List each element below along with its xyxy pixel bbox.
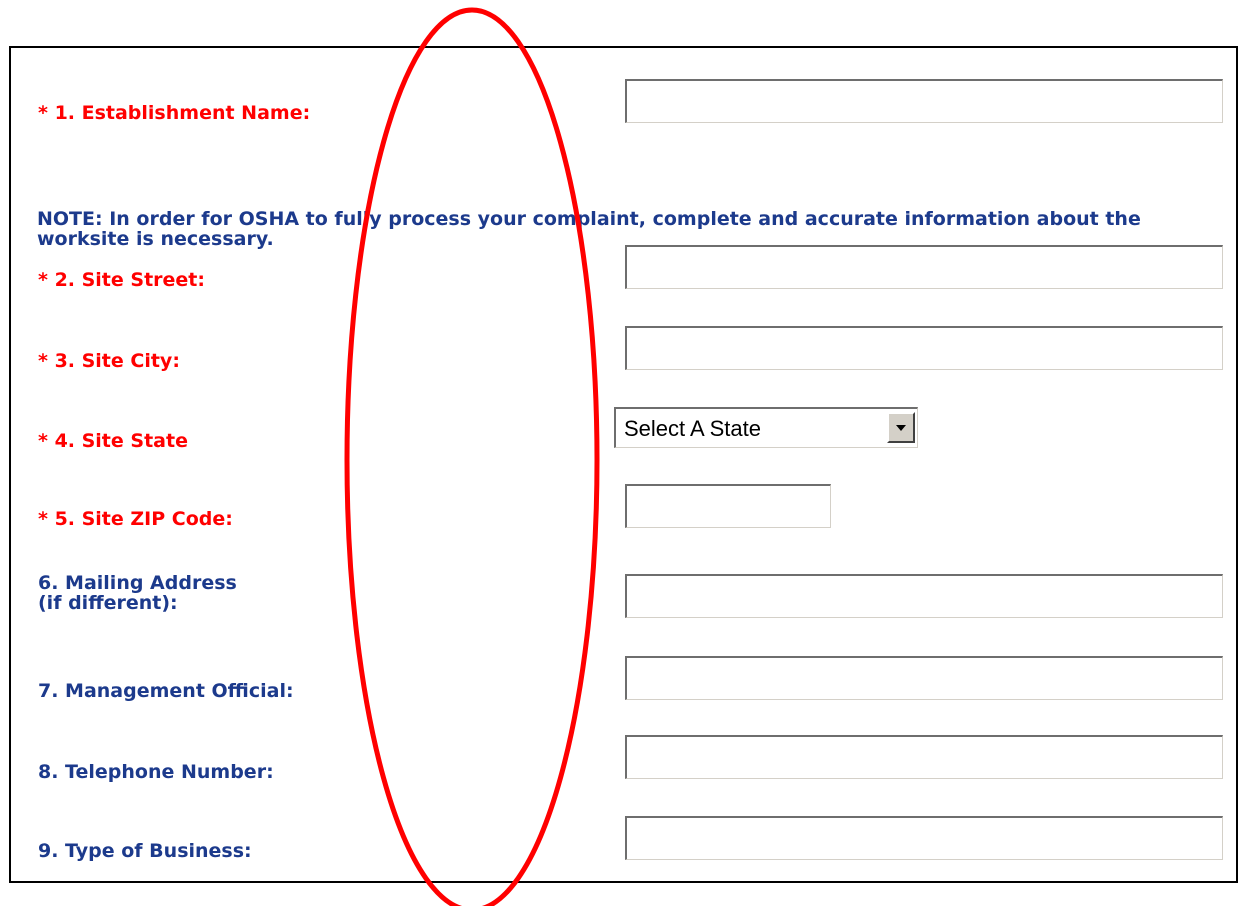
site-city-input[interactable] xyxy=(625,326,1223,370)
required-asterisk: * xyxy=(38,269,55,291)
required-asterisk: * xyxy=(38,508,55,530)
type-of-business-label: 9. Type of Business: xyxy=(38,840,252,862)
establishment-name-input[interactable] xyxy=(625,79,1223,123)
site-street-label: * 2. Site Street: xyxy=(38,269,205,291)
required-asterisk: * xyxy=(38,350,55,372)
required-asterisk: * xyxy=(38,102,55,124)
mailing-address-input[interactable] xyxy=(625,574,1223,618)
site-city-label: * 3. Site City: xyxy=(38,350,180,372)
triangle-down-icon xyxy=(896,425,906,431)
site-state-label: * 4. Site State xyxy=(38,430,188,452)
mailing-address-label: 6. Mailing Address (if different): xyxy=(38,572,237,614)
site-street-input[interactable] xyxy=(625,245,1223,289)
required-asterisk: * xyxy=(38,430,55,452)
site-state-selected-value: Select A State xyxy=(624,416,761,441)
management-official-label: 7. Management Official: xyxy=(38,680,294,702)
dropdown-button[interactable] xyxy=(887,412,915,443)
worksite-form-panel: * 1. Establishment Name: NOTE: In order … xyxy=(9,46,1238,883)
management-official-input[interactable] xyxy=(625,656,1223,700)
type-of-business-input[interactable] xyxy=(625,816,1223,860)
establishment-name-label: * 1. Establishment Name: xyxy=(38,102,311,124)
site-state-select[interactable]: Select A State xyxy=(614,407,918,448)
site-zip-input[interactable] xyxy=(625,484,831,528)
worksite-note: NOTE: In order for OSHA to fully process… xyxy=(37,208,1141,250)
telephone-number-input[interactable] xyxy=(625,735,1223,779)
site-zip-label: * 5. Site ZIP Code: xyxy=(38,508,233,530)
telephone-number-label: 8. Telephone Number: xyxy=(38,761,274,783)
